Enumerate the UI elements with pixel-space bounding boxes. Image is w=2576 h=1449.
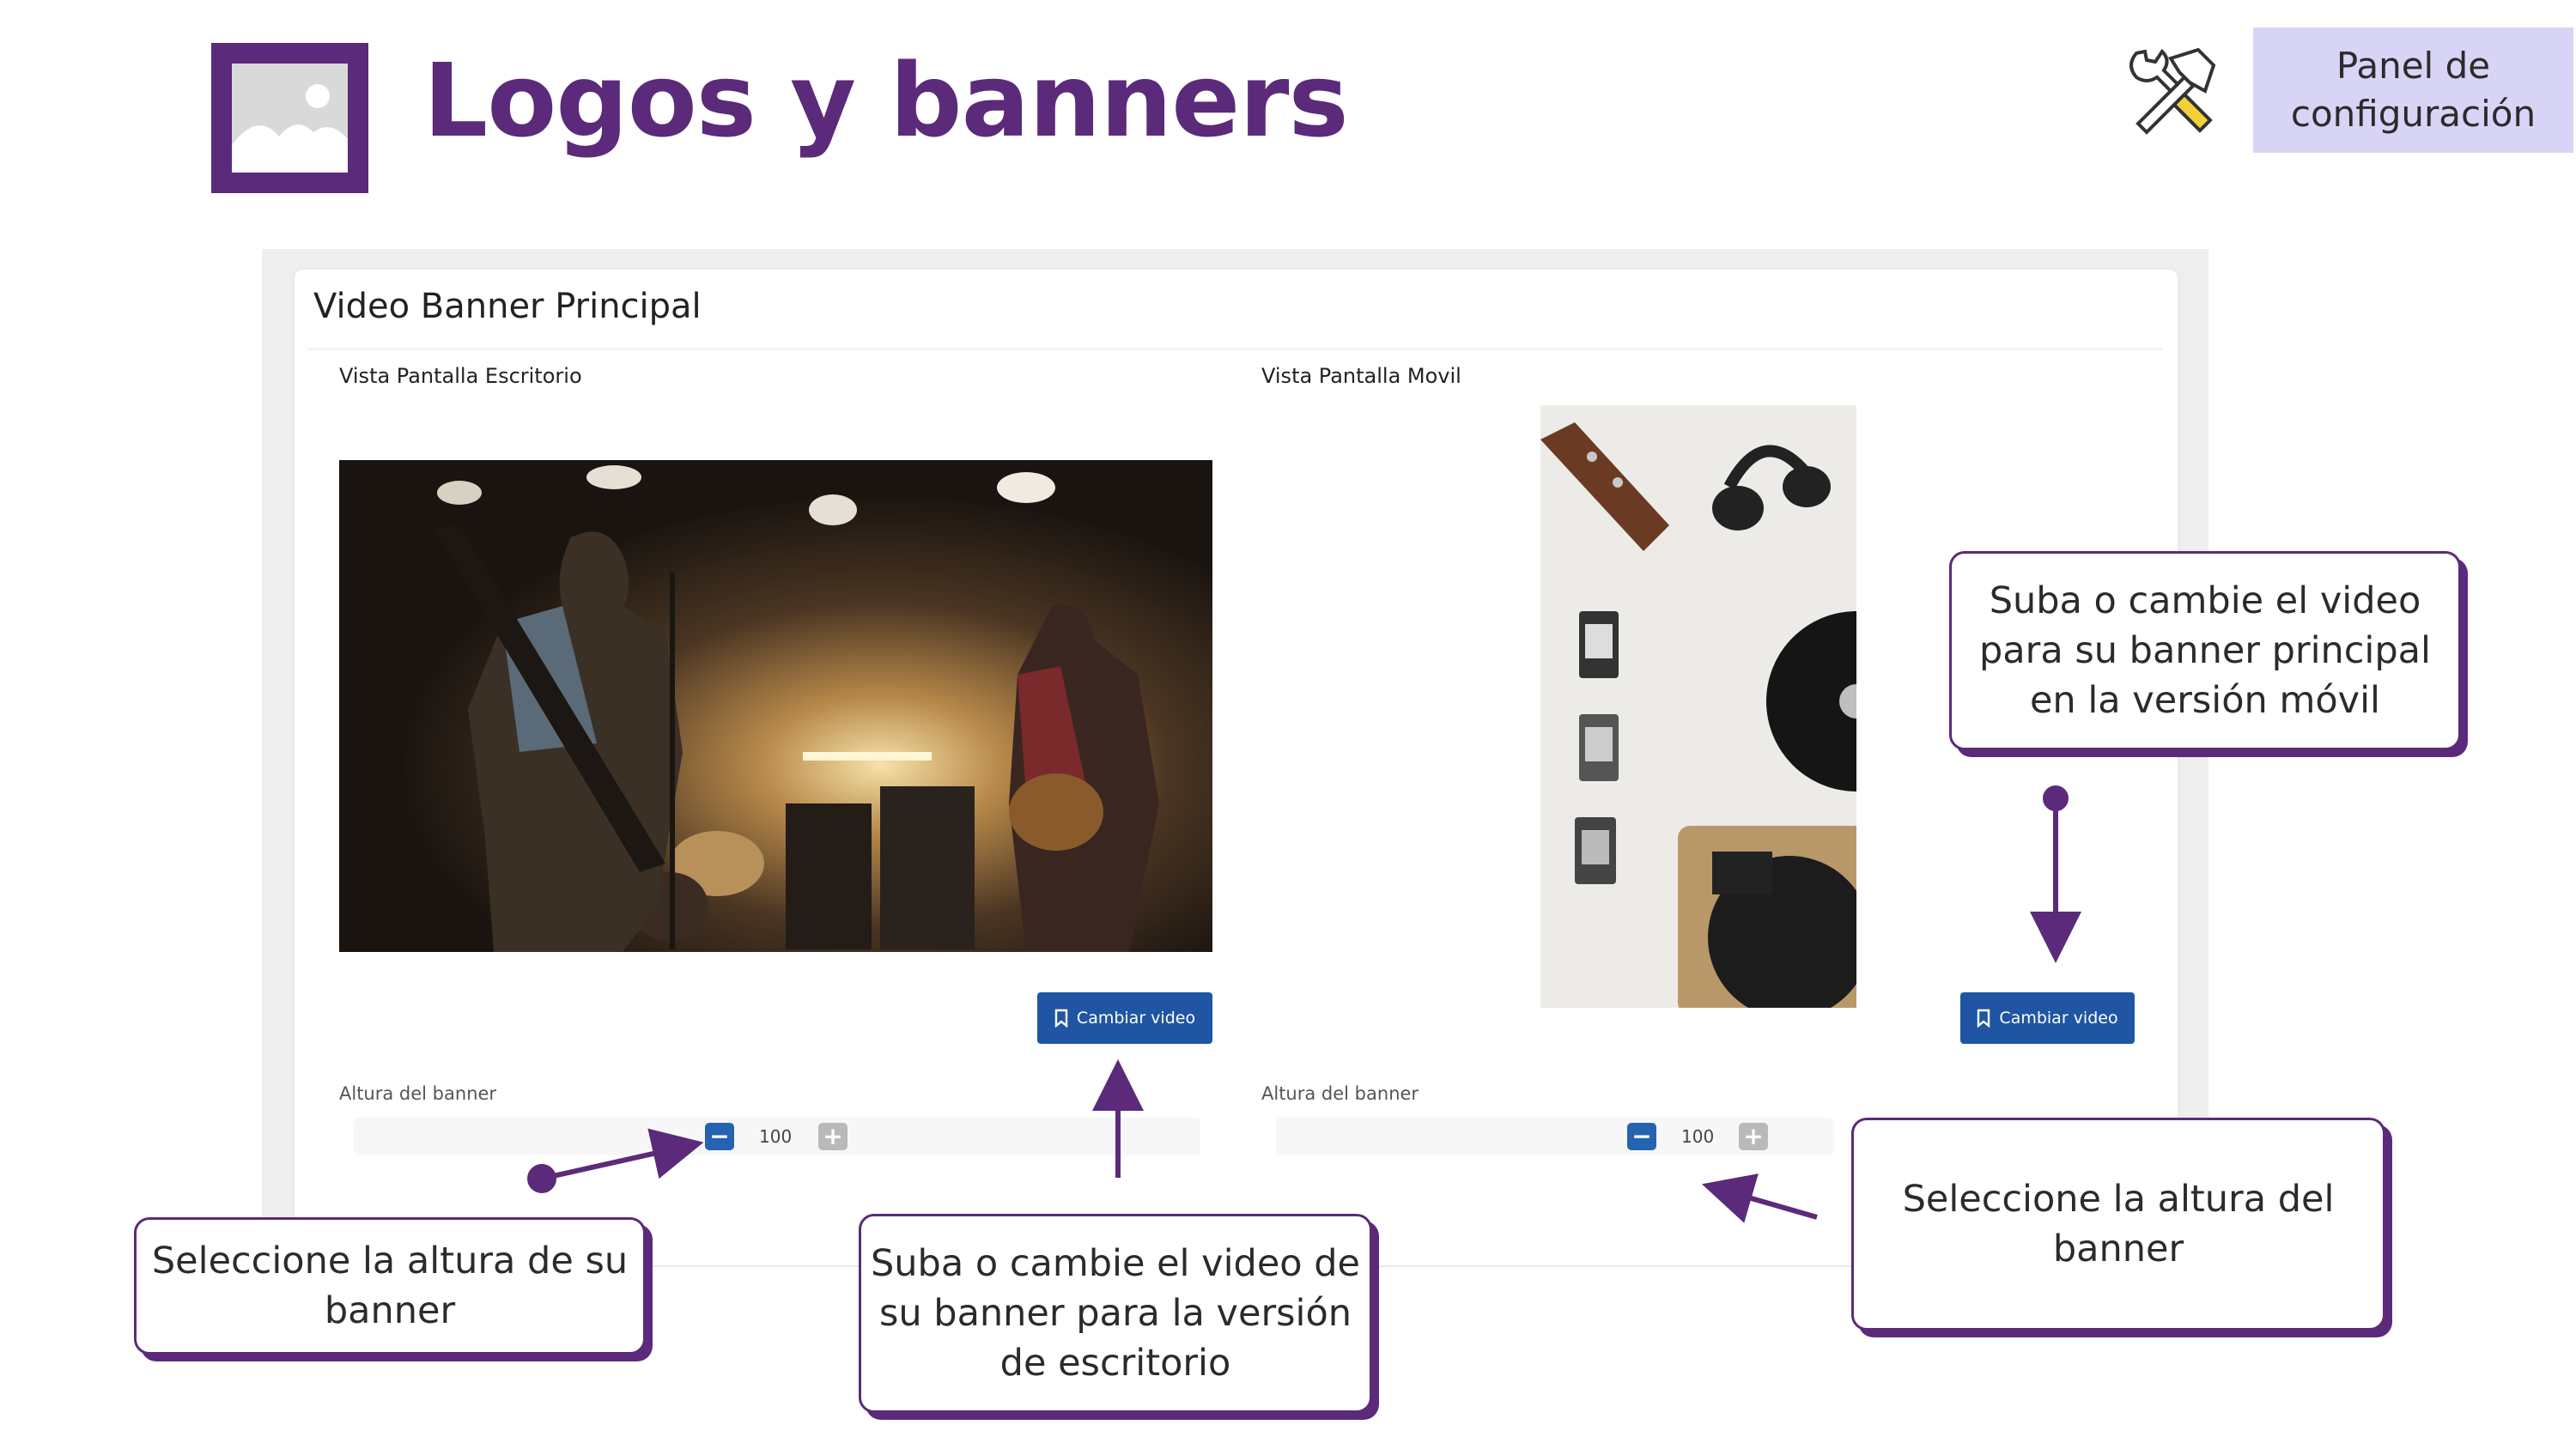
desktop-height-decrease-button[interactable]: − <box>705 1123 734 1150</box>
desktop-height-value: 100 <box>759 1126 793 1147</box>
card-title: Video Banner Principal <box>313 287 702 326</box>
callout-desktop-height: Seleccione la altura de su banner <box>134 1217 646 1355</box>
mobile-view-label: Vista Pantalla Movil <box>1261 364 1461 388</box>
desktop-video-preview <box>339 460 1212 952</box>
mobile-change-video-label: Cambiar video <box>1999 1009 2118 1028</box>
mobile-height-increase-button[interactable]: + <box>1739 1123 1768 1150</box>
desktop-change-video-label: Cambiar video <box>1076 1009 1196 1028</box>
config-panel-button[interactable]: Panel de configuración <box>2253 27 2573 153</box>
card-divider <box>307 348 2162 350</box>
desktop-change-video-button[interactable]: Cambiar video <box>1037 992 1212 1044</box>
desktop-height-label: Altura del banner <box>339 1083 497 1104</box>
desktop-height-increase-button[interactable]: + <box>818 1123 848 1150</box>
mobile-change-video-button[interactable]: Cambiar video <box>1960 992 2135 1044</box>
config-panel-label: Panel de configuración <box>2290 45 2537 135</box>
mobile-height-label: Altura del banner <box>1261 1083 1419 1104</box>
callout-desktop-video: Suba o cambie el video de su banner para… <box>859 1214 1372 1413</box>
mobile-height-decrease-button[interactable]: − <box>1627 1123 1656 1150</box>
bookmark-icon <box>1054 1009 1068 1028</box>
bookmark-icon <box>1978 1009 1990 1028</box>
callout-mobile-video: Suba o cambie el video para su banner pr… <box>1949 551 2461 750</box>
image-placeholder-icon <box>211 43 368 193</box>
desktop-view-label: Vista Pantalla Escritorio <box>339 364 582 388</box>
mobile-height-value: 100 <box>1681 1126 1715 1147</box>
callout-mobile-height: Seleccione la altura del banner <box>1851 1118 2385 1331</box>
hammer-wrench-icon <box>2121 41 2224 140</box>
page-title: Logos y banners <box>423 41 1349 160</box>
mobile-video-preview <box>1540 405 1856 1008</box>
